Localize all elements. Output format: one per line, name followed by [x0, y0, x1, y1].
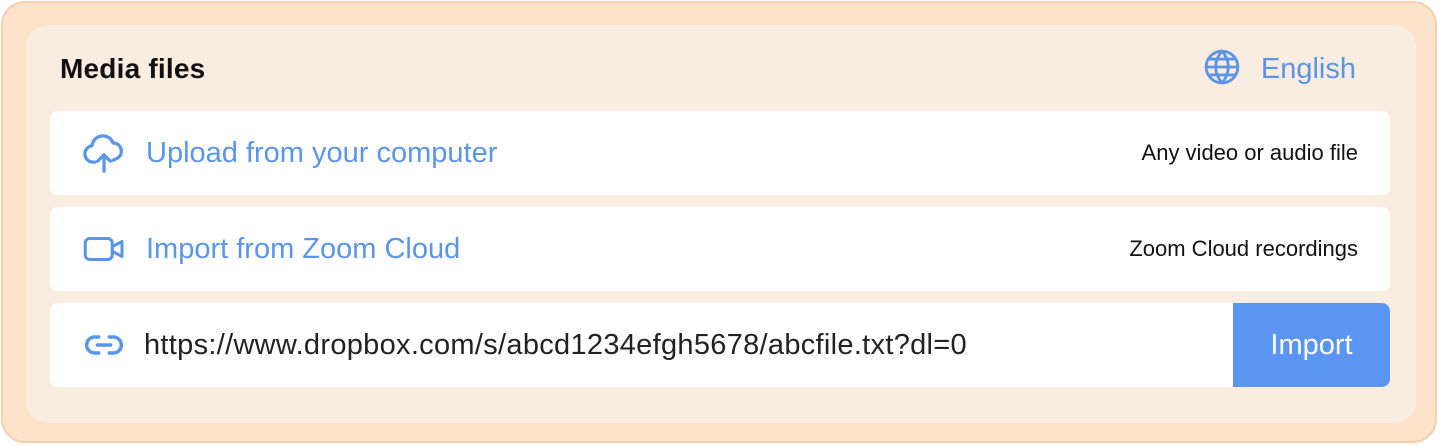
url-input[interactable]: [144, 303, 1233, 387]
cloud-upload-icon: [82, 131, 126, 175]
media-files-card: Media files English Upload from your com…: [1, 1, 1437, 443]
zoom-option-label: Import from Zoom Cloud: [146, 232, 461, 265]
language-label: English: [1260, 52, 1356, 85]
import-button[interactable]: Import: [1233, 303, 1390, 387]
section-title: Media files: [60, 53, 206, 84]
zoom-option-hint: Zoom Cloud recordings: [1129, 236, 1358, 261]
globe-icon: [1203, 48, 1241, 91]
media-files-panel: Media files English Upload from your com…: [26, 25, 1416, 423]
upload-option-label: Upload from your computer: [146, 136, 498, 169]
import-from-zoom-option[interactable]: Import from Zoom Cloud Zoom Cloud record…: [50, 207, 1390, 291]
upload-from-computer-option[interactable]: Upload from your computer Any video or a…: [50, 111, 1390, 195]
upload-option-hint: Any video or audio file: [1141, 140, 1358, 165]
video-camera-icon: [82, 227, 126, 271]
language-selector[interactable]: English: [1203, 48, 1356, 91]
url-import-row: Import: [50, 303, 1390, 387]
panel-header: Media files English: [60, 49, 1356, 89]
link-icon: [82, 323, 126, 367]
